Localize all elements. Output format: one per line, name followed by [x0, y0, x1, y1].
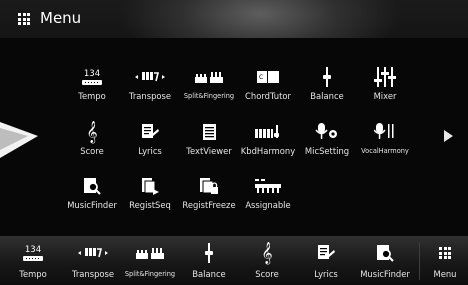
shortcut-bar: 134 Tempo Transpose Split&Fingering Bala…	[0, 236, 468, 285]
shortcut-label: MusicFinder	[360, 269, 410, 279]
menu-button-label: Menu	[433, 269, 457, 279]
page-title: Menu	[40, 9, 82, 27]
music-finder-icon	[358, 242, 412, 264]
menu-item-label: VocalHarmony	[361, 147, 409, 155]
score-icon: 𝄞	[261, 242, 273, 264]
shortcut-music-finder[interactable]: MusicFinder	[358, 236, 412, 285]
shortcut-divider	[419, 242, 420, 280]
shortcut-label: Lyrics	[314, 269, 338, 279]
function-menu-panel: 134 Tempo Transpose Split&Fingering C Ch…	[0, 38, 468, 236]
vocal-harmony-icon	[348, 121, 422, 143]
menu-button[interactable]: Menu	[422, 236, 468, 285]
shortcut-balance[interactable]: Balance	[186, 236, 232, 285]
mixer-icon	[348, 66, 422, 88]
shortcut-tempo[interactable]: 134 Tempo	[10, 236, 56, 285]
balance-icon	[186, 242, 232, 264]
menu-item-mixer[interactable]: Mixer	[348, 66, 422, 104]
shortcut-split-fingering[interactable]: Split&Fingering	[125, 236, 175, 285]
next-page-arrow-icon[interactable]	[442, 128, 454, 144]
shortcut-label: Balance	[192, 269, 226, 279]
shortcut-label: Tempo	[19, 269, 47, 279]
shortcut-label: Transpose	[71, 269, 115, 279]
tempo-icon: 134	[10, 242, 56, 264]
shortcut-score[interactable]: 𝄞 Score	[244, 236, 290, 285]
menu-item-assignable[interactable]: Assignable	[231, 175, 305, 213]
lyrics-icon	[303, 242, 349, 264]
svg-text:C: C	[259, 74, 263, 81]
shortcut-label: Score	[255, 269, 279, 279]
menu-item-vocal-harmony[interactable]: VocalHarmony	[348, 121, 422, 159]
header-bar: Menu	[0, 0, 468, 38]
shortcut-transpose[interactable]: Transpose	[68, 236, 118, 285]
shortcut-label: Split&Fingering	[124, 270, 176, 278]
menu-item-label: Mixer	[373, 91, 397, 101]
tooltip-pointer-icon	[0, 122, 38, 158]
menu-screen: Menu 134 Tempo Transpose Split&Fingering…	[0, 0, 468, 285]
menu-item-label: Assignable	[245, 200, 291, 210]
transpose-icon	[68, 242, 118, 264]
shortcut-lyrics[interactable]: Lyrics	[303, 236, 349, 285]
grid-icon	[439, 247, 451, 259]
split-fingering-icon	[126, 242, 174, 264]
assignable-icon	[231, 175, 305, 197]
grid-icon	[18, 13, 30, 25]
